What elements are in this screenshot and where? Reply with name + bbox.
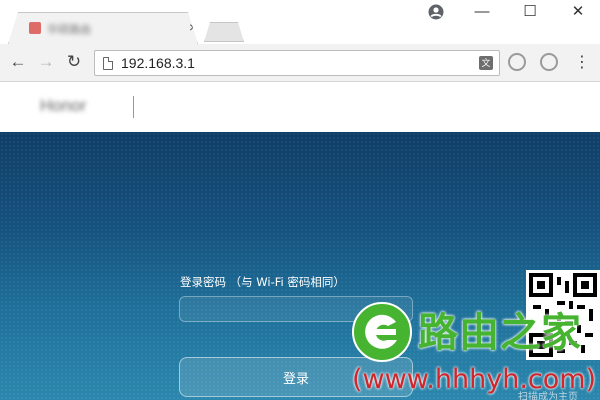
- extension-icon[interactable]: [508, 53, 526, 71]
- watermark: 路由之家 (www.hhhyh.com): [350, 298, 600, 400]
- window-close-icon[interactable]: ✕: [566, 2, 590, 22]
- page-info-icon[interactable]: [103, 57, 113, 70]
- extension-icon[interactable]: [540, 53, 558, 71]
- address-bar[interactable]: 192.168.3.1 文: [94, 50, 500, 76]
- address-bar-url[interactable]: 192.168.3.1: [121, 55, 195, 71]
- back-arrow-icon[interactable]: ←: [8, 52, 28, 72]
- watermark-logo-icon: [350, 300, 414, 364]
- maximize-icon[interactable]: ☐: [518, 2, 542, 22]
- tab-close-icon[interactable]: ×: [189, 20, 197, 34]
- tab-favicon-icon: [29, 22, 41, 34]
- browser-menu-icon[interactable]: ⋮: [574, 53, 590, 73]
- browser-toolbar: ← → ↻ 192.168.3.1 文 ⋮: [0, 44, 600, 82]
- reload-icon[interactable]: ↻: [64, 52, 84, 72]
- profile-icon[interactable]: [428, 4, 444, 24]
- translate-icon[interactable]: 文: [479, 56, 493, 70]
- watermark-url: (www.hhhyh.com): [352, 364, 597, 395]
- tab-title: 华硕路由: [47, 24, 91, 35]
- watermark-name: 路由之家: [418, 310, 582, 356]
- header-divider: [133, 96, 134, 118]
- brand-logo: Honor: [40, 96, 87, 115]
- browser-tab-active[interactable]: 华硕路由 ×: [8, 12, 198, 44]
- page-header: Honor: [0, 82, 600, 132]
- new-tab-button[interactable]: [204, 22, 244, 42]
- forward-arrow-icon[interactable]: →: [36, 52, 56, 72]
- password-label: 登录密码 （与 Wi-Fi 密码相同）: [180, 275, 345, 289]
- browser-tab-strip: 华硕路由 × — ☐ ✕: [0, 0, 600, 44]
- minimize-icon[interactable]: —: [470, 2, 494, 22]
